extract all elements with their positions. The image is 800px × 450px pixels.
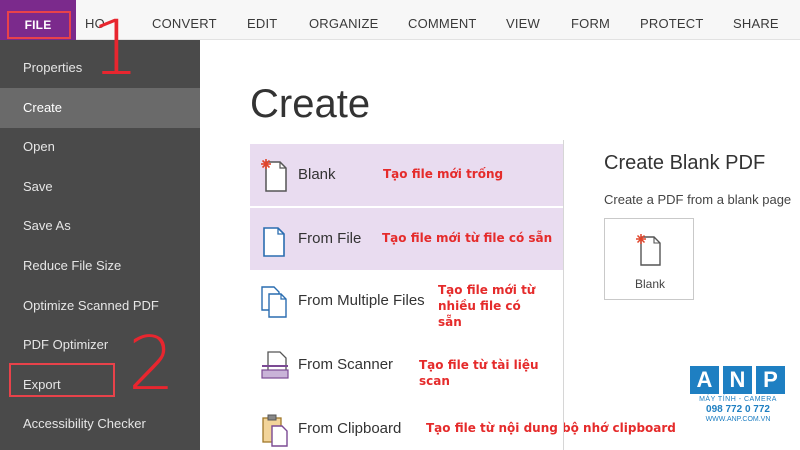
option-from-file[interactable]: From File Tạo file mới từ file có sẵn (250, 208, 563, 270)
option-label: From Clipboard (298, 420, 402, 437)
clipboard-icon (262, 414, 288, 447)
step-number-2: 2 (128, 321, 176, 407)
step-number-1: 1 (91, 3, 140, 92)
logo-website: WWW.ANP.COM.VN (705, 416, 771, 423)
right-panel-title: Create Blank PDF (604, 152, 766, 174)
option-from-multiple-files[interactable]: From Multiple Files Tạo file mới từ nhiề… (250, 270, 563, 332)
create-blank-button[interactable]: Blank (604, 218, 694, 300)
file-highlight-box (7, 11, 71, 39)
option-note: Tạo file mới trống (383, 167, 504, 181)
option-label: From Scanner (298, 356, 394, 373)
sidebar-item-save[interactable]: Save (0, 167, 200, 207)
logo-tagline: MÁY TÍNH - CAMERA (699, 396, 777, 403)
blank-page-icon (261, 159, 287, 192)
sidebar-item-optimize-scanned-pdf[interactable]: Optimize Scanned PDF (0, 286, 200, 326)
tab-form[interactable]: FORM (571, 0, 610, 40)
tab-share[interactable]: SHARE (733, 0, 779, 40)
from-file-icon (263, 227, 285, 257)
right-panel-description: Create a PDF from a blank page (604, 192, 792, 207)
sidebar-item-save-as[interactable]: Save As (0, 206, 200, 246)
page-title: Create (250, 82, 371, 126)
multiple-files-icon (261, 286, 287, 318)
tab-view[interactable]: VIEW (506, 0, 540, 40)
option-label: Blank (298, 166, 336, 183)
sidebar-item-open[interactable]: Open (0, 127, 200, 167)
option-label: From File (298, 230, 362, 247)
sidebar-item-reduce-file-size[interactable]: Reduce File Size (0, 246, 200, 286)
blank-page-icon (636, 234, 661, 266)
scanner-icon (261, 351, 289, 379)
sidebar-item-create[interactable]: Create (0, 88, 200, 128)
option-note: Tạo file mới từ file có sẵn (382, 231, 553, 245)
option-from-clipboard[interactable]: From Clipboard Tạo file từ nội dung bộ n… (250, 398, 676, 450)
tab-organize[interactable]: ORGANIZE (309, 0, 379, 40)
create-blank-label: Blank (634, 277, 666, 291)
logo-letter: N (723, 366, 752, 394)
export-highlight-box (9, 363, 115, 397)
sidebar-item-accessibility-checker[interactable]: Accessibility Checker (0, 404, 200, 444)
option-from-scanner[interactable]: From Scanner Tạo file từ tài liệu scan (250, 334, 563, 396)
option-blank[interactable]: Blank Tạo file mới trống (250, 144, 563, 206)
logo-letter: A (690, 366, 719, 394)
logo-letter: P (756, 366, 785, 394)
tab-edit[interactable]: EDIT (247, 0, 277, 40)
tab-comment[interactable]: COMMENT (408, 0, 477, 40)
panel-divider (563, 140, 564, 450)
option-note: Tạo file mới từ nhiều file có sẵn (438, 283, 536, 329)
logo-phone: 098 772 0 772 (706, 404, 770, 415)
tab-convert[interactable]: CONVERT (152, 0, 217, 40)
anp-logo: A N P MÁY TÍNH - CAMERA 098 772 0 772 WW… (690, 366, 786, 423)
option-label: From Multiple Files (298, 292, 425, 309)
tab-protect[interactable]: PROTECT (640, 0, 704, 40)
option-note: Tạo file từ tài liệu scan (419, 358, 539, 388)
option-note: Tạo file từ nội dung bộ nhớ clipboard (426, 421, 676, 435)
